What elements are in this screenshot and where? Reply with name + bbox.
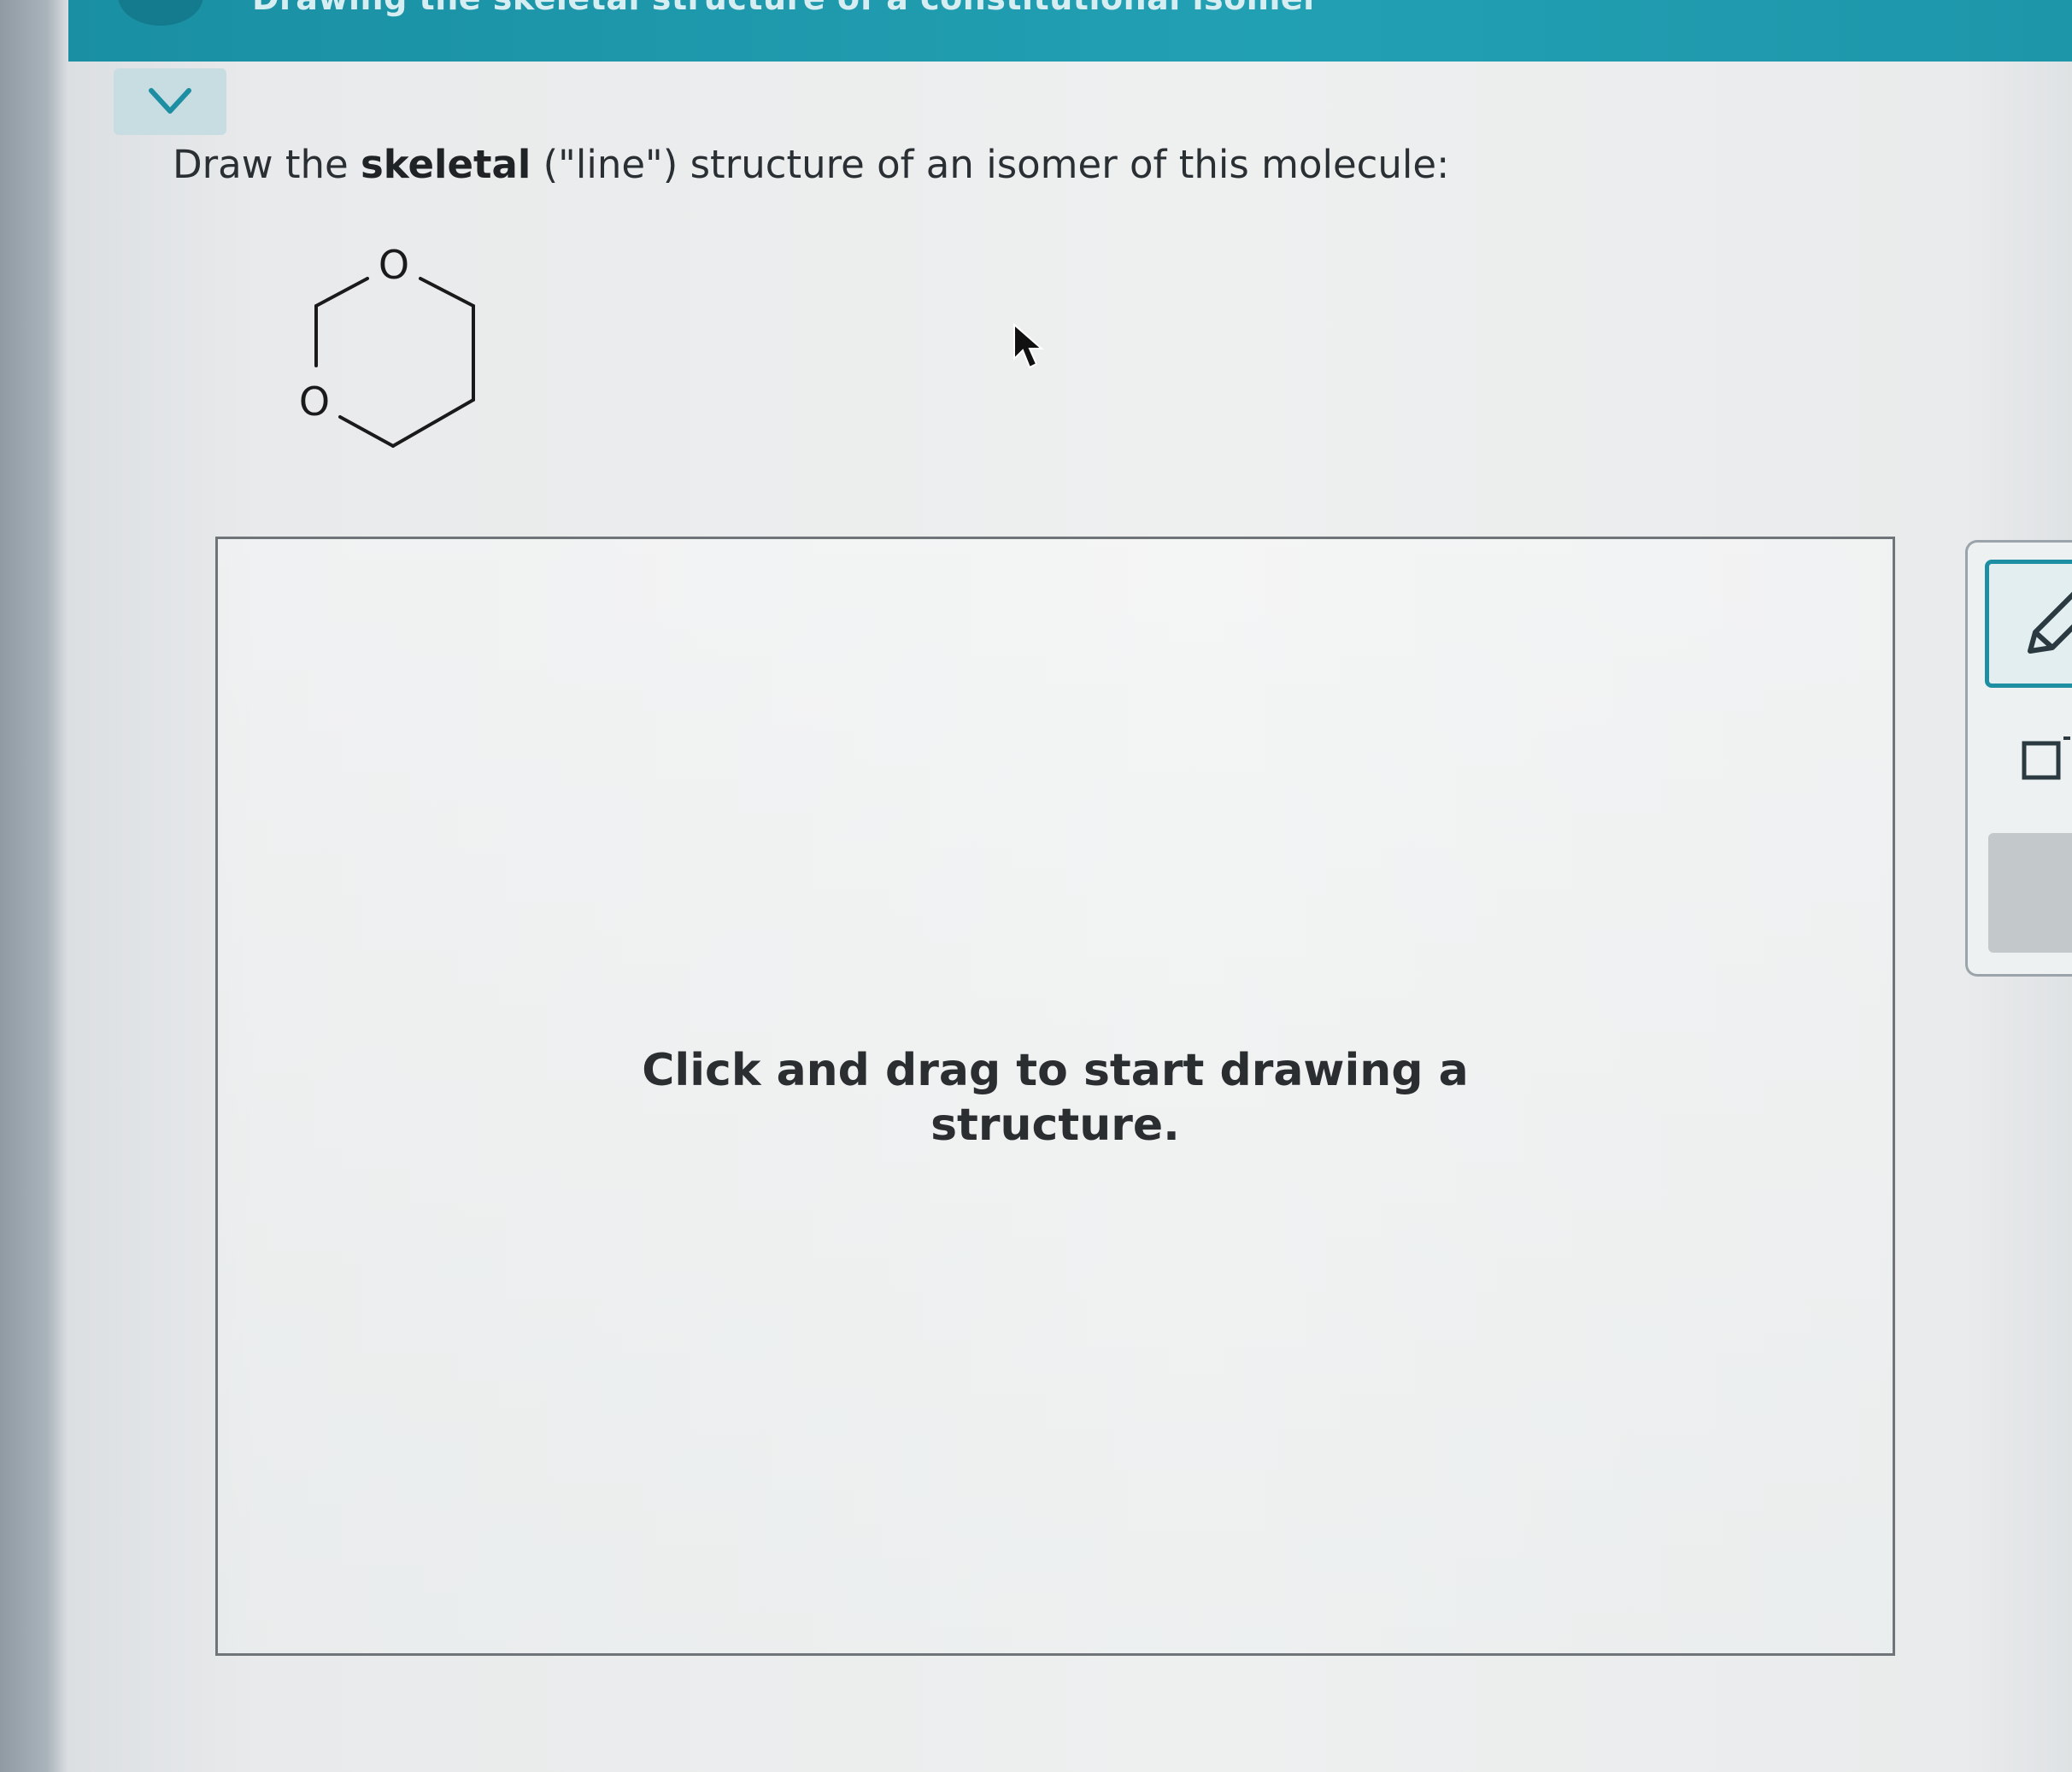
molecule-structure: O O [299,242,475,448]
drawing-canvas[interactable]: Click and drag to start drawing a struct… [215,537,1895,1656]
page: Drawing the skeletal structure of a cons… [0,0,2072,1772]
prompt-suffix: ("line") structure of an isomer of this … [531,142,1450,187]
drawing-toolbar [1965,540,2072,977]
pencil-icon [2028,591,2072,654]
mouse-cursor-icon [1013,323,1044,369]
page-title: Drawing the skeletal structure of a cons… [252,0,1319,17]
pencil-tool-button[interactable] [1985,560,2072,688]
square-icon[interactable] [2019,735,2070,786]
chevron-down-icon [149,88,191,114]
prompt-bold-word: skeletal [361,142,531,187]
canvas-hint-line-2: structure. [930,1100,1180,1151]
canvas-hint-line-1: Click and drag to start drawing a [642,1045,1469,1096]
oxygen-label-left: O [299,378,330,425]
question-prompt: Draw the skeletal ("line") structure of … [173,142,1449,187]
canvas-hint: Click and drag to start drawing a struct… [218,1043,1893,1153]
toolbar-panel-button[interactable] [1988,833,2072,953]
collapse-button[interactable] [114,68,226,135]
oxygen-label-top: O [379,242,409,288]
prompt-prefix: Draw the [173,142,361,187]
